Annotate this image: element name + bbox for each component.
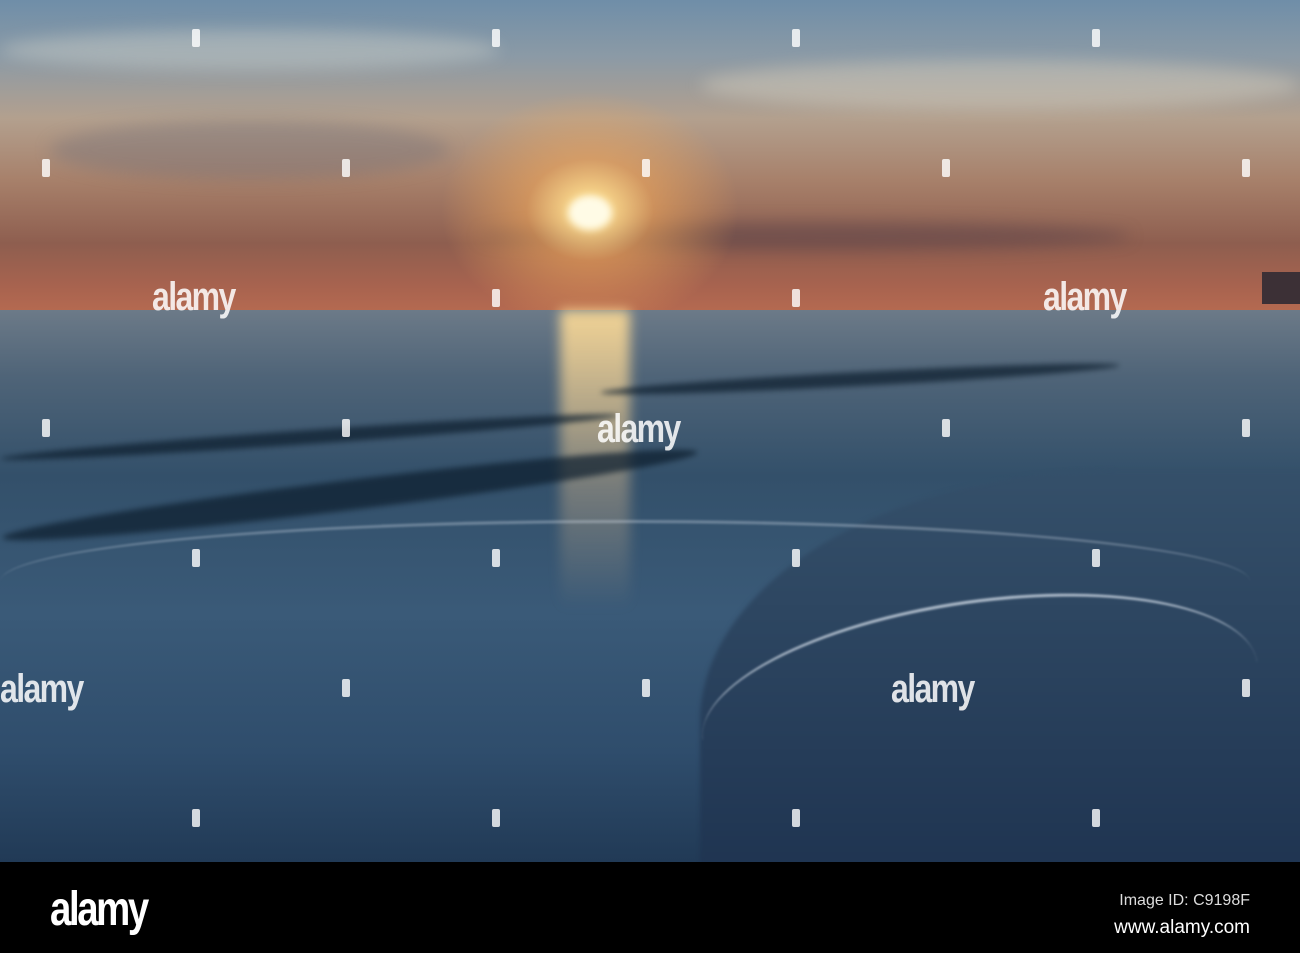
- watermark: alamy: [0, 667, 84, 711]
- cloud: [50, 120, 450, 180]
- watermark-mark: [492, 809, 500, 827]
- watermark-mark: [1092, 29, 1100, 47]
- watermark-mark: [42, 419, 50, 437]
- watermark-mark: [192, 29, 200, 47]
- watermark-mark: [192, 809, 200, 827]
- footer-bar: alamy Image ID: C9198F www.alamy.com: [0, 862, 1300, 953]
- watermark-mark: [792, 29, 800, 47]
- watermark-mark: [42, 159, 50, 177]
- cloud: [0, 30, 500, 70]
- watermark: alamy: [891, 667, 975, 711]
- image-id: Image ID: C9198F: [1119, 892, 1250, 909]
- watermark-mark: [342, 419, 350, 437]
- watermark-mark: [492, 549, 500, 567]
- cloud: [700, 60, 1300, 110]
- watermark-mark: [642, 159, 650, 177]
- distant-building: [1262, 272, 1300, 304]
- sunset-beach-photo: alamy alamy alamy alamy alamy: [0, 0, 1300, 862]
- watermark-mark: [1242, 679, 1250, 697]
- watermark-mark: [1242, 419, 1250, 437]
- watermark-mark: [942, 159, 950, 177]
- watermark-mark: [942, 419, 950, 437]
- watermark: alamy: [1043, 275, 1127, 319]
- watermark-mark: [492, 29, 500, 47]
- site-url: www.alamy.com: [1114, 917, 1250, 938]
- sun: [568, 196, 612, 230]
- watermark-mark: [642, 679, 650, 697]
- watermark-mark: [192, 549, 200, 567]
- watermark: alamy: [597, 407, 681, 451]
- watermark-mark: [1092, 809, 1100, 827]
- watermark-mark: [492, 289, 500, 307]
- watermark-mark: [342, 679, 350, 697]
- watermark-mark: [1092, 549, 1100, 567]
- watermark: alamy: [152, 275, 236, 319]
- foam-line: [0, 520, 1250, 643]
- alamy-logo: alamy: [50, 883, 149, 936]
- watermark-mark: [792, 549, 800, 567]
- watermark-mark: [792, 809, 800, 827]
- watermark-mark: [1242, 159, 1250, 177]
- watermark-mark: [792, 289, 800, 307]
- watermark-mark: [342, 159, 350, 177]
